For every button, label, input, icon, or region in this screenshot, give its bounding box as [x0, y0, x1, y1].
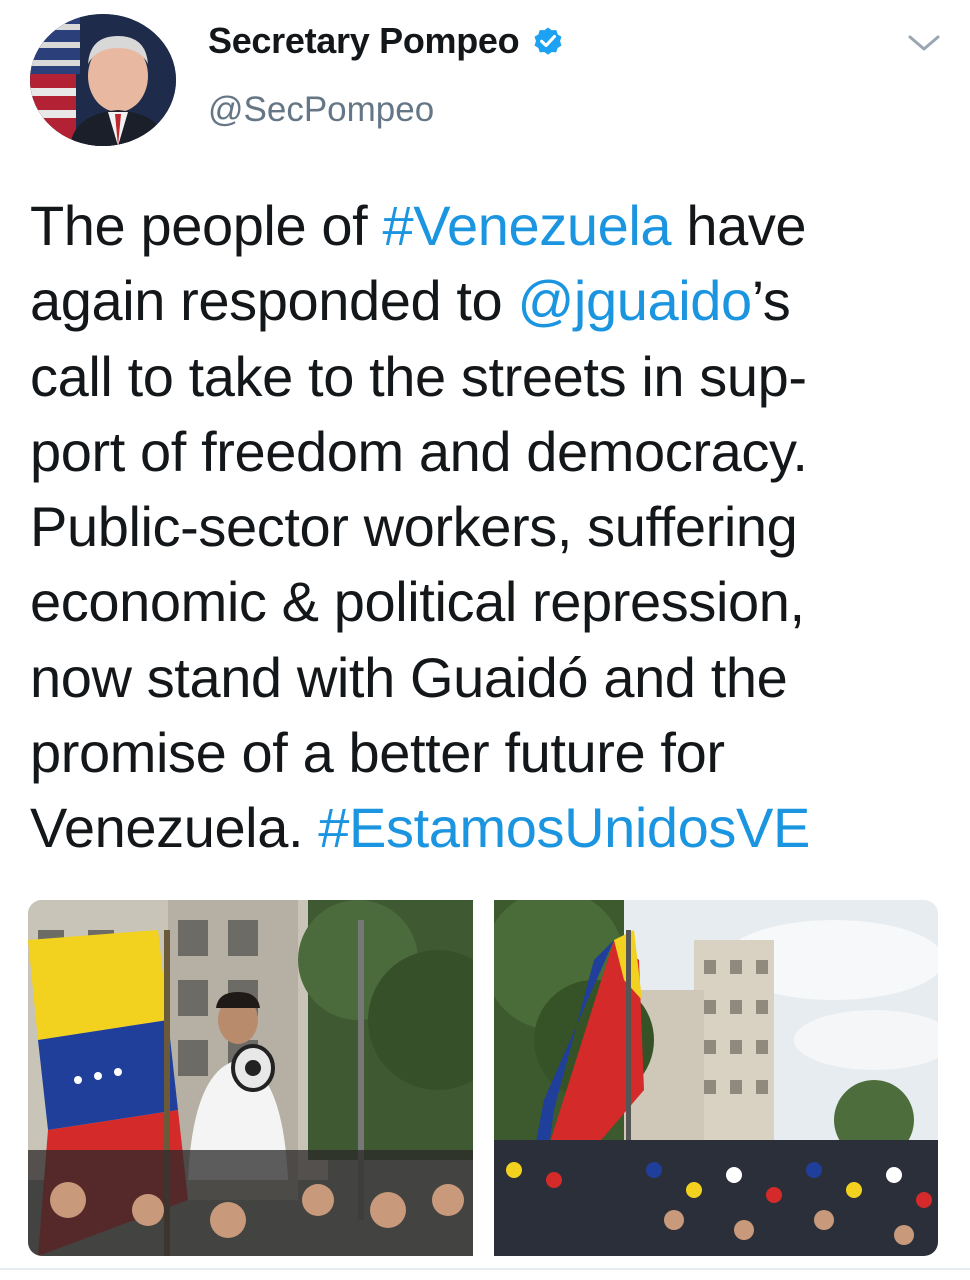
tweet-line: now stand with Guaidó and the — [30, 640, 950, 715]
display-name[interactable]: Secretary Pompeo — [208, 20, 565, 62]
tweet-text-segment: have — [671, 194, 807, 257]
avatar[interactable] — [30, 14, 176, 146]
tweet-line: The people of #Venezuela have — [30, 188, 950, 263]
user-handle[interactable]: @SecPompeo — [208, 90, 434, 130]
tweet-text-segment: Public-sector workers, suffering — [30, 495, 798, 559]
protest-photo-crowd — [494, 900, 938, 1256]
hashtag-link[interactable]: #Venezuela — [382, 194, 671, 257]
media-photo-1[interactable] — [28, 900, 473, 1256]
media-photo-2[interactable] — [494, 900, 938, 1256]
verified-badge-icon — [531, 24, 565, 58]
tweet-line: Public-sector workers, suffering — [30, 489, 950, 564]
display-name-text[interactable]: Secretary Pompeo — [208, 20, 520, 62]
tweet-text-segment: Venezuela. — [30, 796, 319, 860]
tweet-line: again responded to @jguaido’s — [30, 263, 950, 338]
protest-photo-megaphone — [28, 900, 473, 1256]
tweet-line: economic & political repression, — [30, 564, 950, 639]
tweet-text-segment: ’s — [751, 269, 791, 333]
tweet-text-segment: again responded to — [30, 269, 518, 333]
chevron-down-icon[interactable] — [904, 32, 944, 54]
tweet-text-segment: economic & political repression, — [30, 570, 805, 634]
tweet-line: promise of a better future for — [30, 715, 950, 790]
tweet-text-segment: port of freedom and democracy. — [30, 419, 808, 483]
tweet-text-segment: The people of — [30, 194, 383, 257]
tweet-text-segment: call to take to the streets in sup- — [30, 344, 807, 408]
tweet-line: Venezuela. #EstamosUnidosVE — [30, 790, 950, 865]
mention-link[interactable]: @jguaido — [517, 269, 752, 332]
tweet-text: The people of #Venezuela have again respo… — [30, 188, 950, 866]
divider — [0, 1268, 970, 1270]
tweet-line: port of freedom and democracy. — [30, 414, 950, 489]
tweet-text-segment: promise of a better future for — [30, 721, 725, 785]
tweet-line: call to take to the streets in sup- — [30, 339, 950, 414]
tweet-text-segment: now stand with Guaidó and the — [30, 645, 788, 709]
hashtag-link[interactable]: #EstamosUnidosVE — [318, 796, 810, 859]
